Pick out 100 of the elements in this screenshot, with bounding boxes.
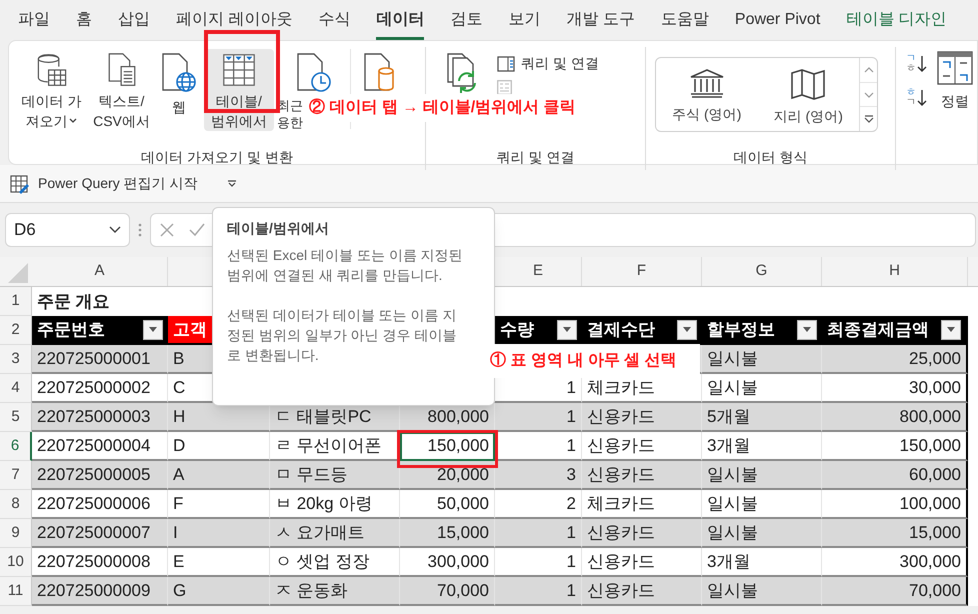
table-cell: 1 xyxy=(495,403,582,432)
column-header[interactable]: F xyxy=(582,257,702,286)
table-cell: 220725000008 xyxy=(32,548,168,577)
table-cell: ㅈ 운동화 xyxy=(270,577,400,606)
data-type-option[interactable]: 지리 (영어) xyxy=(758,58,859,131)
ribbon-tab[interactable]: 개발 도구 xyxy=(566,0,635,40)
table-cell: 25,000 xyxy=(822,345,968,374)
table-cell: 15,000 xyxy=(400,519,495,548)
table-cell: 신용카드 xyxy=(582,403,702,432)
filter-button[interactable] xyxy=(143,320,163,340)
table-cell: G xyxy=(168,577,270,606)
more-icon xyxy=(862,115,876,124)
triangle-down-icon xyxy=(563,327,571,332)
check-icon[interactable] xyxy=(189,222,205,238)
filter-button[interactable] xyxy=(677,320,697,340)
ribbon-tab[interactable]: 테이블 디자인 xyxy=(846,0,947,40)
table-cell: 1 xyxy=(495,548,582,577)
table-cell: 50,000 xyxy=(400,490,495,519)
data-type-option[interactable]: 주식 (영어) xyxy=(656,58,758,131)
ribbon-tab[interactable]: 수식 xyxy=(318,0,350,40)
table-cell: 일시불 xyxy=(702,345,822,374)
ribbon-tab[interactable]: 파일 xyxy=(18,0,50,40)
down-arrow-icon xyxy=(917,55,927,73)
table-cell: 15,000 xyxy=(822,519,968,548)
ribbon-tab[interactable]: 보기 xyxy=(508,0,540,40)
triangle-down-icon xyxy=(683,327,691,332)
ribbon-tab[interactable]: 도움말 xyxy=(660,0,709,40)
ribbon-button[interactable]: 텍스트/ CSV에서 xyxy=(89,49,154,131)
ribbon-button[interactable]: 데이터 가 져오기 xyxy=(14,49,89,131)
ribbon-button[interactable]: 웹 xyxy=(154,49,204,131)
table-cell: 20,000 xyxy=(400,461,495,490)
filter-button[interactable] xyxy=(941,320,961,340)
table-pencil-icon xyxy=(10,174,30,194)
table-cell: ㅇ 셋업 정장 xyxy=(270,548,400,577)
row-header[interactable]: 6 xyxy=(0,432,32,461)
down-arrow-icon xyxy=(917,89,927,107)
group-label: 데이터 가져오기 및 변환 xyxy=(140,148,294,167)
table-cell: 220725000005 xyxy=(32,461,168,490)
table-cell: 신용카드 xyxy=(582,519,702,548)
ribbon-tab[interactable]: 삽입 xyxy=(118,0,150,40)
sort-table-icon xyxy=(937,51,973,85)
ribbon-button[interactable]: 테이블/ 범위에서 xyxy=(204,49,274,131)
table-cell: 30,000 xyxy=(822,374,968,403)
ribbon-tab[interactable]: 페이지 레이아웃 xyxy=(176,0,292,40)
table-cell: 3개월 xyxy=(702,548,822,577)
sort-button[interactable]: 정렬 xyxy=(937,51,973,112)
filter-button[interactable] xyxy=(797,320,817,340)
table-cell: 60,000 xyxy=(822,461,968,490)
table-cell: 일시불 xyxy=(702,374,822,403)
table-cell: 1 xyxy=(495,432,582,461)
sort-button[interactable]: ㄱ ㅎ xyxy=(906,51,927,77)
row-header[interactable]: 2 xyxy=(0,316,32,345)
table-cell: 220725000001 xyxy=(32,345,168,374)
row-header[interactable]: 8 xyxy=(0,490,32,519)
name-box[interactable]: D6 xyxy=(5,213,130,247)
chevron-down-icon xyxy=(227,180,238,188)
ribbon-tab[interactable]: 홈 xyxy=(76,0,92,40)
row-header[interactable]: 11 xyxy=(0,577,32,606)
table-cell: 220725000007 xyxy=(32,519,168,548)
table-cell: 3 xyxy=(495,461,582,490)
table-cell: 신용카드 xyxy=(582,461,702,490)
column-header[interactable]: H xyxy=(822,257,968,286)
table-cell: 150,000 xyxy=(822,432,968,461)
table-cell: 220725000009 xyxy=(32,577,168,606)
table-cell: 220725000002 xyxy=(32,374,168,403)
ribbon-tab[interactable]: 검토 xyxy=(450,0,482,40)
table-cell: 70,000 xyxy=(822,577,968,606)
row-header[interactable]: 7 xyxy=(0,461,32,490)
table-cell: 800,000 xyxy=(822,403,968,432)
table-cell: 100,000 xyxy=(822,490,968,519)
table-cell: ㅅ 요가매트 xyxy=(270,519,400,548)
map-icon xyxy=(790,68,826,100)
row-header[interactable]: 3 xyxy=(0,345,32,374)
table-cell: 220725000006 xyxy=(32,490,168,519)
table-cell: 일시불 xyxy=(702,461,822,490)
chevron-down-icon xyxy=(109,226,121,234)
table-cell: 300,000 xyxy=(400,548,495,577)
table-cell: 5개월 xyxy=(702,403,822,432)
power-query-button[interactable]: Power Query 편집기 시작 xyxy=(10,173,198,194)
row-header[interactable]: 1 xyxy=(0,287,32,316)
table-cell: 300,000 xyxy=(822,548,968,577)
column-header[interactable]: A xyxy=(32,257,168,286)
ribbon-tab[interactable]: Power Pivot xyxy=(734,0,820,40)
filter-button[interactable] xyxy=(557,320,577,340)
chevron-down-icon xyxy=(862,90,876,98)
table-cell: 70,000 xyxy=(400,577,495,606)
tooltip-title: 테이블/범위에서 xyxy=(227,219,330,238)
triangle-down-icon xyxy=(149,327,157,332)
table-cell: 220725000003 xyxy=(32,403,168,432)
drag-handle-icon[interactable] xyxy=(138,223,142,237)
row-header[interactable]: 5 xyxy=(0,403,32,432)
table-cell: 2 xyxy=(495,490,582,519)
row-header[interactable]: 9 xyxy=(0,519,32,548)
table-cell: 일시불 xyxy=(702,490,822,519)
ribbon-small-button[interactable]: 쿼리 및 연결 xyxy=(497,53,599,74)
row-header[interactable]: 4 xyxy=(0,374,32,403)
column-title: 결제수단 xyxy=(587,318,655,341)
column-header[interactable]: G xyxy=(702,257,822,286)
row-header[interactable]: 10 xyxy=(0,548,32,577)
sort-button[interactable]: ㅎ ㄱ xyxy=(906,85,927,111)
